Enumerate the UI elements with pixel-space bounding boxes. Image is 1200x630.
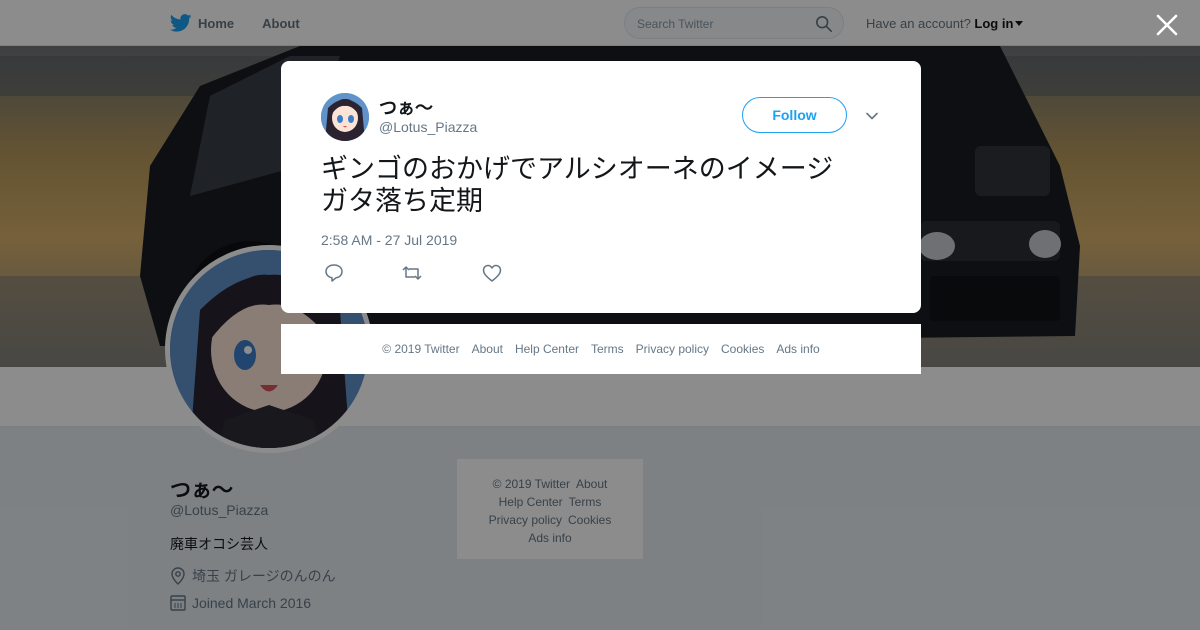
tweet-text-line-2: ガタ落ち定期 (321, 186, 483, 216)
close-icon[interactable] (1155, 13, 1179, 37)
like-icon[interactable] (481, 263, 503, 283)
retweet-icon[interactable] (401, 263, 423, 283)
modal-footer-help-link[interactable]: Help Center (515, 342, 579, 356)
tweet-avatar-illustration (321, 93, 369, 141)
modal-footer-copyright: © 2019 Twitter (382, 342, 460, 356)
modal-footer-ads-link[interactable]: Ads info (776, 342, 819, 356)
chevron-down-icon[interactable] (865, 109, 879, 123)
follow-button[interactable]: Follow (742, 97, 847, 133)
modal-footer-about-link[interactable]: About (472, 342, 503, 356)
modal-footer: © 2019 Twitter About Help Center Terms P… (281, 324, 921, 374)
tweet-text: ギンゴのおかげでアルシオーネのイメージ ガタ落ち定期 (321, 153, 881, 217)
tweet-text-line-1: ギンゴのおかげでアルシオーネのイメージ (321, 154, 834, 184)
tweet-author-handle[interactable]: @Lotus_Piazza (379, 119, 477, 135)
reply-icon[interactable] (323, 263, 345, 283)
modal-footer-terms-link[interactable]: Terms (591, 342, 624, 356)
tweet-author-name[interactable]: つぁ〜 (379, 94, 433, 120)
modal-footer-privacy-link[interactable]: Privacy policy (636, 342, 709, 356)
tweet-author-avatar[interactable] (321, 93, 369, 141)
tweet-modal: つぁ〜 @Lotus_Piazza Follow ギンゴのおかげでアルシオーネの… (281, 61, 921, 313)
modal-footer-cookies-link[interactable]: Cookies (721, 342, 764, 356)
tweet-timestamp[interactable]: 2:58 AM - 27 Jul 2019 (321, 232, 457, 248)
